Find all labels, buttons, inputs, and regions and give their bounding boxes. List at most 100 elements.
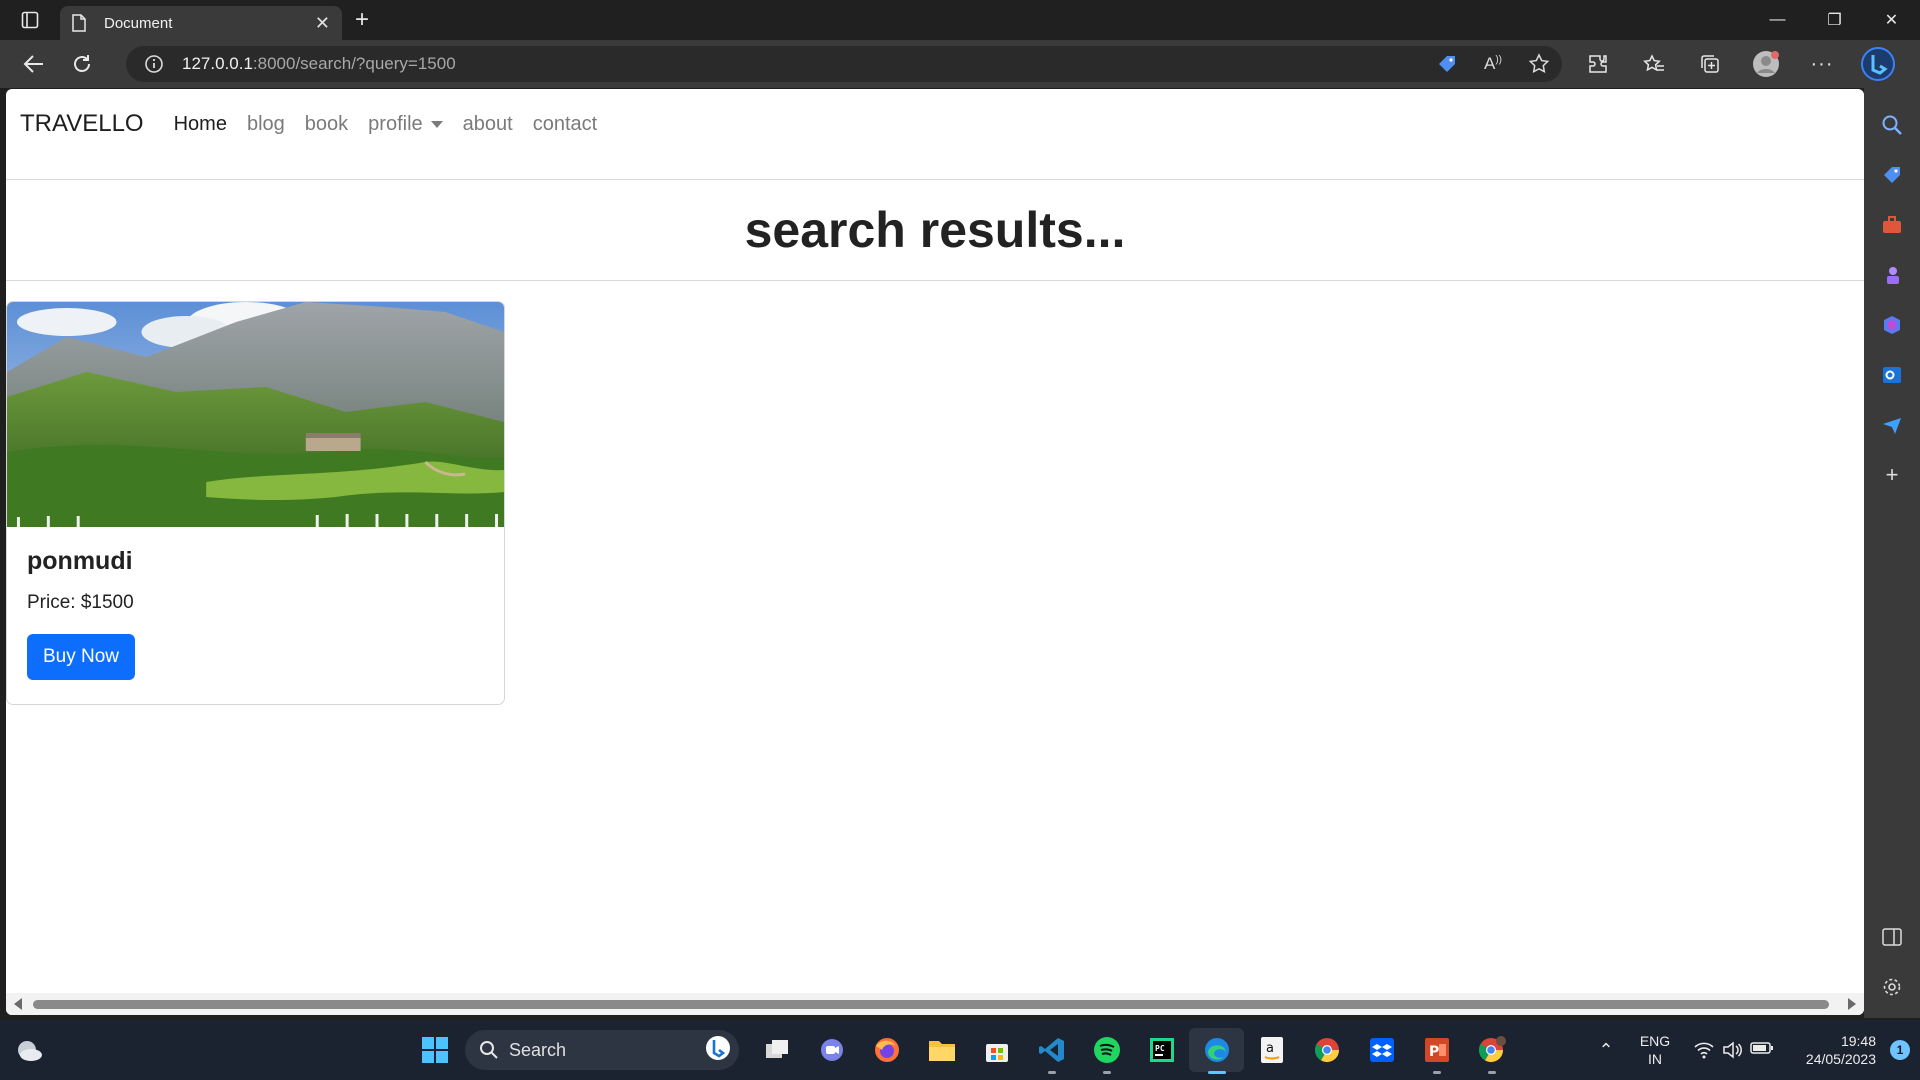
quick-settings[interactable] — [1684, 1041, 1784, 1059]
add-sidebar-app-icon[interactable]: + — [1872, 450, 1912, 500]
running-indicator — [1487, 1071, 1496, 1074]
nav-book[interactable]: book — [305, 113, 348, 136]
bing-icon — [705, 1035, 731, 1066]
tab-actions-icon — [21, 11, 39, 29]
language-code: ENG — [1639, 1033, 1671, 1049]
chevron-down-icon — [430, 120, 443, 128]
svg-text:PC: PC — [1155, 1044, 1165, 1053]
system-tray: ⌃ ENG IN 19:48 24/05/2023 1 — [1586, 1020, 1920, 1080]
language-indicator[interactable]: ENG IN — [1626, 1032, 1684, 1068]
notification-badge: 1 — [1890, 1040, 1910, 1060]
reload-button[interactable] — [58, 44, 106, 84]
address-bar[interactable]: 127.0.0.1:8000/search/?query=1500 A)) — [126, 46, 1562, 82]
settings-gear-icon[interactable] — [1872, 962, 1912, 1012]
shopping-icon[interactable] — [1872, 150, 1912, 200]
running-indicator — [1102, 1071, 1111, 1074]
restore-icon[interactable]: ❐ — [1806, 0, 1863, 40]
scroll-right-icon[interactable] — [1848, 998, 1856, 1010]
windows-taskbar: Search PC a P ⌃ ENG IN 19:48 24/05/2023 — [0, 1020, 1920, 1080]
favorites-icon[interactable] — [1626, 53, 1682, 75]
games-icon[interactable] — [1872, 250, 1912, 300]
browser-toolbar: 127.0.0.1:8000/search/?query=1500 A)) ··… — [0, 40, 1920, 88]
weather-icon[interactable] — [14, 1036, 44, 1069]
close-window-icon[interactable]: ✕ — [1863, 0, 1920, 40]
taskbar-search-placeholder: Search — [509, 1039, 567, 1060]
extensions-icon[interactable] — [1570, 53, 1626, 75]
amazon-icon[interactable]: a — [1244, 1028, 1299, 1072]
microsoft365-icon[interactable] — [1872, 300, 1912, 350]
url-text: 127.0.0.1:8000/search/?query=1500 — [182, 54, 456, 73]
card-title: ponmudi — [27, 547, 133, 575]
site-info-icon[interactable] — [144, 54, 168, 74]
powerpoint-icon[interactable]: P — [1409, 1028, 1464, 1074]
buy-now-button[interactable]: Buy Now — [27, 634, 136, 680]
clock[interactable]: 19:48 24/05/2023 — [1784, 1032, 1880, 1068]
region-code: IN — [1648, 1051, 1662, 1067]
vscode-icon[interactable] — [1024, 1028, 1079, 1074]
bing-copilot-icon[interactable] — [1850, 47, 1906, 81]
microsoft-store-icon[interactable] — [969, 1028, 1024, 1072]
pycharm-icon[interactable]: PC — [1134, 1028, 1189, 1072]
windows-logo-icon — [422, 1037, 448, 1063]
site-navbar: TRAVELLO Home blog book profile about co… — [6, 89, 1864, 180]
shopping-tag-icon[interactable] — [1424, 53, 1470, 75]
teams-chat-icon[interactable] — [804, 1028, 859, 1072]
drop-icon[interactable] — [1872, 400, 1912, 450]
profile-avatar-icon[interactable] — [1738, 50, 1794, 78]
new-tab-button[interactable]: + — [342, 0, 382, 40]
clock-date: 24/05/2023 — [1805, 1051, 1876, 1067]
add-favorite-icon[interactable] — [1516, 53, 1562, 75]
scrollbar-thumb[interactable] — [33, 1000, 1829, 1009]
taskbar-search[interactable]: Search — [465, 1030, 739, 1070]
file-explorer-icon[interactable] — [914, 1028, 969, 1072]
page-viewport: TRAVELLO Home blog book profile about co… — [6, 89, 1864, 1015]
page-title: search results... — [744, 202, 1126, 258]
nav-home[interactable]: Home — [174, 113, 227, 136]
window-controls: — ❐ ✕ — [1749, 0, 1920, 40]
tab-bar: Document ✕ + — ❐ ✕ — [0, 0, 1920, 40]
close-tab-icon[interactable]: ✕ — [315, 13, 330, 34]
card-body: ponmudi Price: $1500 Buy Now — [7, 527, 504, 700]
document-icon — [72, 14, 94, 32]
minimize-icon[interactable]: — — [1749, 0, 1806, 40]
tools-icon[interactable] — [1872, 200, 1912, 250]
chrome-profile-icon[interactable] — [1464, 1028, 1519, 1074]
show-hidden-icons[interactable]: ⌃ — [1586, 1040, 1626, 1061]
reload-icon — [74, 55, 90, 72]
spotify-icon[interactable] — [1079, 1028, 1134, 1074]
outlook-icon[interactable] — [1872, 350, 1912, 400]
svg-text:P: P — [1429, 1044, 1439, 1060]
task-view-icon[interactable] — [749, 1028, 804, 1072]
back-arrow-icon — [23, 55, 43, 73]
running-indicator — [1207, 1071, 1226, 1074]
nav-profile-dropdown[interactable]: profile — [368, 112, 443, 136]
search-icon[interactable] — [1872, 100, 1912, 150]
dropbox-icon[interactable] — [1354, 1028, 1409, 1072]
nav-blog[interactable]: blog — [247, 113, 285, 136]
notification-center[interactable]: 1 — [1880, 1040, 1920, 1060]
nav-about[interactable]: about — [463, 113, 513, 136]
result-card: ponmudi Price: $1500 Buy Now — [6, 301, 505, 705]
nav-profile-label: profile — [368, 112, 423, 135]
running-indicator — [1047, 1071, 1056, 1074]
more-options-icon[interactable]: ··· — [1794, 53, 1850, 76]
back-button[interactable] — [10, 44, 58, 84]
firefox-icon[interactable] — [859, 1028, 914, 1072]
split-screen-icon[interactable] — [1872, 912, 1912, 962]
browser-tab[interactable]: Document ✕ — [60, 6, 342, 40]
horizontal-scrollbar[interactable] — [6, 993, 1864, 1015]
scroll-left-icon[interactable] — [14, 998, 22, 1010]
battery-icon — [1750, 1042, 1773, 1054]
brand-logo[interactable]: TRAVELLO — [20, 110, 144, 138]
wifi-icon — [1694, 1042, 1714, 1059]
destination-image — [7, 302, 504, 527]
edge-icon[interactable] — [1189, 1028, 1244, 1074]
chrome-icon[interactable] — [1299, 1028, 1354, 1072]
nav-contact[interactable]: contact — [533, 113, 597, 136]
search-icon — [480, 1041, 498, 1059]
read-aloud-icon[interactable]: A)) — [1470, 54, 1516, 74]
clock-time: 19:48 — [1840, 1033, 1876, 1049]
start-button[interactable] — [413, 1028, 457, 1072]
tab-actions-button[interactable] — [0, 0, 60, 40]
collections-icon[interactable] — [1682, 53, 1738, 75]
